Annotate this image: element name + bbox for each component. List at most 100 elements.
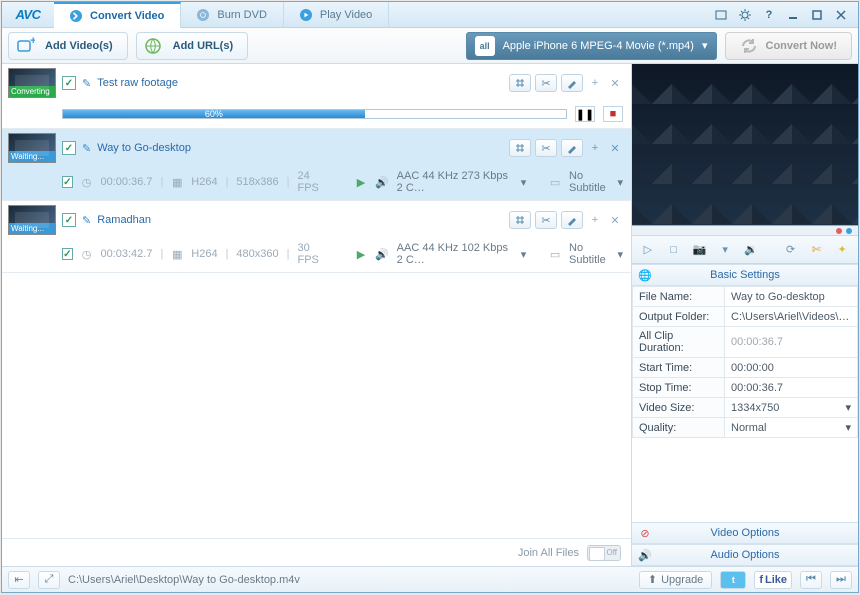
screenshot-icon[interactable] [712,6,730,24]
rotate-icon[interactable]: ⟳ [781,240,801,260]
tab-burn-dvd[interactable]: Burn DVD [181,2,284,27]
vsize: 480x360 [236,248,278,260]
plus-icon[interactable]: + [587,139,603,157]
app-logo: AVC [2,2,54,27]
vcodec: H264 [191,176,217,188]
prop-key: Output Folder: [633,307,725,327]
checkbox[interactable] [62,76,76,90]
speaker-icon: 🔊 [375,175,389,189]
film-icon: ▦ [171,247,183,261]
progress-row: 60% ❚❚ ■ [2,102,631,128]
queue-item[interactable]: Converting ✎ Test raw footage ✂ + ✕ [2,64,631,129]
cut-icon[interactable]: ✂ [535,139,557,157]
open-location-button[interactable]: ⤢ [38,571,60,589]
remove-icon[interactable]: ✕ [607,211,623,229]
crop-preview-icon[interactable]: ✄ [807,240,827,260]
prev-file-button[interactable]: ⇤ [8,571,30,589]
wand-icon[interactable]: ✦ [832,240,852,260]
checkbox[interactable] [62,141,76,155]
add-url-button[interactable]: Add URL(s) [136,32,249,60]
video-preview[interactable] [632,64,858,226]
add-video-icon: + [13,34,37,58]
checkbox[interactable] [62,213,76,227]
queue-panel: Converting ✎ Test raw footage ✂ + ✕ [2,64,632,566]
volume-icon[interactable]: 🔉 [741,240,761,260]
tab-convert-video[interactable]: Convert Video [54,2,181,28]
cut-icon[interactable]: ✂ [535,211,557,229]
help-icon[interactable]: ? [760,6,778,24]
subtitle-dropdown[interactable]: No Subtitle ▾ [569,242,623,266]
skip-fwd-button[interactable]: ⏭ [830,571,852,589]
item-title: Way to Go-desktop [97,142,503,154]
disc-icon [197,9,209,21]
subtitle-dropdown[interactable]: No Subtitle ▾ [569,170,623,194]
queue-item[interactable]: Waiting... ✎ Ramadhan ✂ + ✕ [2,201,631,273]
output-folder-cell[interactable]: C:\Users\Ariel\Videos\… [725,307,858,327]
video-size-dropdown[interactable]: 1334x750▾ [731,401,851,414]
chevron-down-icon[interactable]: ▾ [715,240,735,260]
snapshot-icon[interactable]: 📷 [690,240,710,260]
start-time-input[interactable] [731,362,851,374]
tab-play-video[interactable]: Play Video [284,2,389,27]
cut-icon[interactable]: ✂ [535,74,557,92]
stop-preview-icon[interactable]: □ [664,240,684,260]
app-window: AVC Convert Video Burn DVD Play Video ? … [1,1,859,593]
effects-icon[interactable] [561,139,583,157]
video-options-header[interactable]: ⊘ Video Options [632,522,858,544]
checkbox-small[interactable] [62,248,73,260]
plus-icon[interactable]: + [587,211,603,229]
join-files-switch[interactable]: Off [587,545,621,561]
queue-item[interactable]: Waiting... ✎ Way to Go-desktop ✂ + ✕ [2,129,631,201]
quality-dropdown[interactable]: Normal▾ [731,421,851,434]
prop-key: Video Size: [633,398,725,418]
plus-icon[interactable]: + [587,74,603,92]
pause-button[interactable]: ❚❚ [575,106,595,122]
item-meta: ◷ 00:03:42.7 | ▦ H264 | 480x360 | 30 FPS… [2,239,631,272]
item-title: Ramadhan [97,214,503,226]
tab-label: Play Video [320,9,372,21]
remove-icon[interactable]: ✕ [607,74,623,92]
refresh-icon [740,37,758,55]
stop-time-input[interactable] [731,382,851,394]
status-path: C:\Users\Ariel\Desktop\Way to Go-desktop… [68,574,300,586]
upgrade-button[interactable]: ⬆Upgrade [639,571,712,589]
convert-icon [70,10,82,22]
play-preview-icon[interactable]: ▷ [638,240,658,260]
basic-settings-header[interactable]: 🌐 Basic Settings [632,264,858,286]
fps: 24 FPS [298,170,329,194]
thumbnail: Waiting... [8,205,56,235]
facebook-like-button[interactable]: fLike [754,571,792,589]
add-video-button[interactable]: + Add Video(s) [8,32,128,60]
pencil-icon[interactable]: ✎ [82,214,91,227]
effects-icon[interactable] [561,211,583,229]
audio-track-dropdown[interactable]: AAC 44 KHz 273 Kbps 2 C… ▾ [397,170,527,194]
effects-icon[interactable] [561,74,583,92]
pencil-icon[interactable]: ✎ [82,142,91,155]
skip-back-button[interactable]: ⏮ [800,571,822,589]
audio-track-dropdown[interactable]: AAC 44 KHz 102 Kbps 2 C… ▾ [397,242,527,266]
checkbox-small[interactable] [62,176,73,188]
audio-toggle-icon[interactable]: ▶ [355,175,367,189]
prop-key: File Name: [633,287,725,307]
audio-toggle-icon[interactable]: ▶ [355,247,367,261]
svg-text:+: + [30,36,35,47]
up-arrow-icon: ⬆ [648,573,657,586]
pencil-icon[interactable]: ✎ [82,77,91,90]
convert-now-button[interactable]: Convert Now! [725,32,853,60]
audio-options-header[interactable]: 🔊 Audio Options [632,544,858,566]
crop-icon[interactable] [509,139,531,157]
file-name-input[interactable] [731,291,851,303]
minimize-icon[interactable] [784,6,802,24]
gear-icon[interactable] [736,6,754,24]
settings-table: File Name: Output Folder:C:\Users\Ariel\… [632,286,858,438]
remove-icon[interactable]: ✕ [607,139,623,157]
twitter-button[interactable]: t [720,571,746,589]
output-profile-selector[interactable]: all Apple iPhone 6 MPEG-4 Movie (*.mp4) … [466,32,717,60]
crop-icon[interactable] [509,211,531,229]
maximize-icon[interactable] [808,6,826,24]
prop-key: Stop Time: [633,378,725,398]
close-icon[interactable] [832,6,850,24]
thumbnail: Converting [8,68,56,98]
stop-button[interactable]: ■ [603,106,623,122]
crop-icon[interactable] [509,74,531,92]
